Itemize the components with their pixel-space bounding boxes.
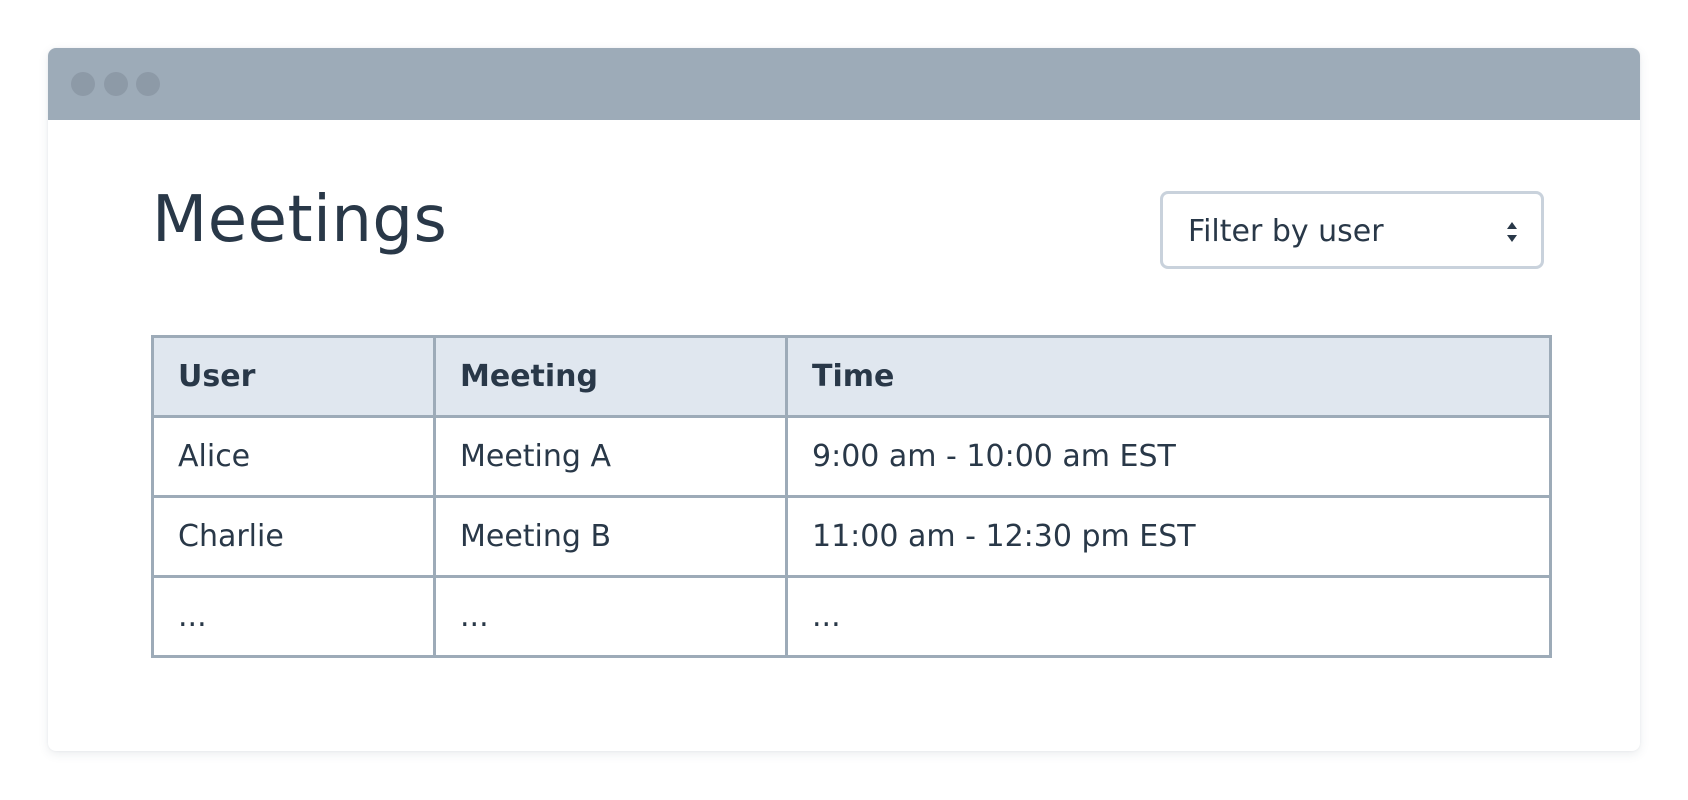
column-header-meeting[interactable]: Meeting [433, 335, 788, 418]
cell-meeting: ... [433, 575, 788, 658]
meetings-table: User Meeting Time Alice Meeting A 9:00 a… [151, 335, 1552, 658]
cell-meeting: Meeting B [433, 495, 788, 578]
table-row[interactable]: ... ... ... [151, 575, 1552, 658]
cell-meeting: Meeting A [433, 415, 788, 498]
cell-time: ... [785, 575, 1552, 658]
cell-user: Alice [151, 415, 436, 498]
updown-chevron-icon [1507, 222, 1517, 242]
column-header-time[interactable]: Time [785, 335, 1552, 418]
cell-user: Charlie [151, 495, 436, 578]
filter-by-user-select[interactable]: Filter by user [1160, 191, 1544, 269]
window-dot-1[interactable] [71, 72, 95, 96]
filter-select-label: Filter by user [1188, 214, 1384, 249]
window-titlebar [48, 48, 1640, 120]
table-header-row: User Meeting Time [151, 335, 1552, 418]
cell-user: ... [151, 575, 436, 658]
cell-time: 9:00 am - 10:00 am EST [785, 415, 1552, 498]
window-dot-2[interactable] [104, 72, 128, 96]
column-header-user[interactable]: User [151, 335, 436, 418]
window-dot-3[interactable] [136, 72, 160, 96]
cell-time: 11:00 am - 12:30 pm EST [785, 495, 1552, 578]
table-row[interactable]: Charlie Meeting B 11:00 am - 12:30 pm ES… [151, 495, 1552, 578]
table-row[interactable]: Alice Meeting A 9:00 am - 10:00 am EST [151, 415, 1552, 498]
app-window: Meetings Filter by user User Meeting Tim… [48, 48, 1640, 751]
page-title: Meetings [152, 183, 448, 257]
